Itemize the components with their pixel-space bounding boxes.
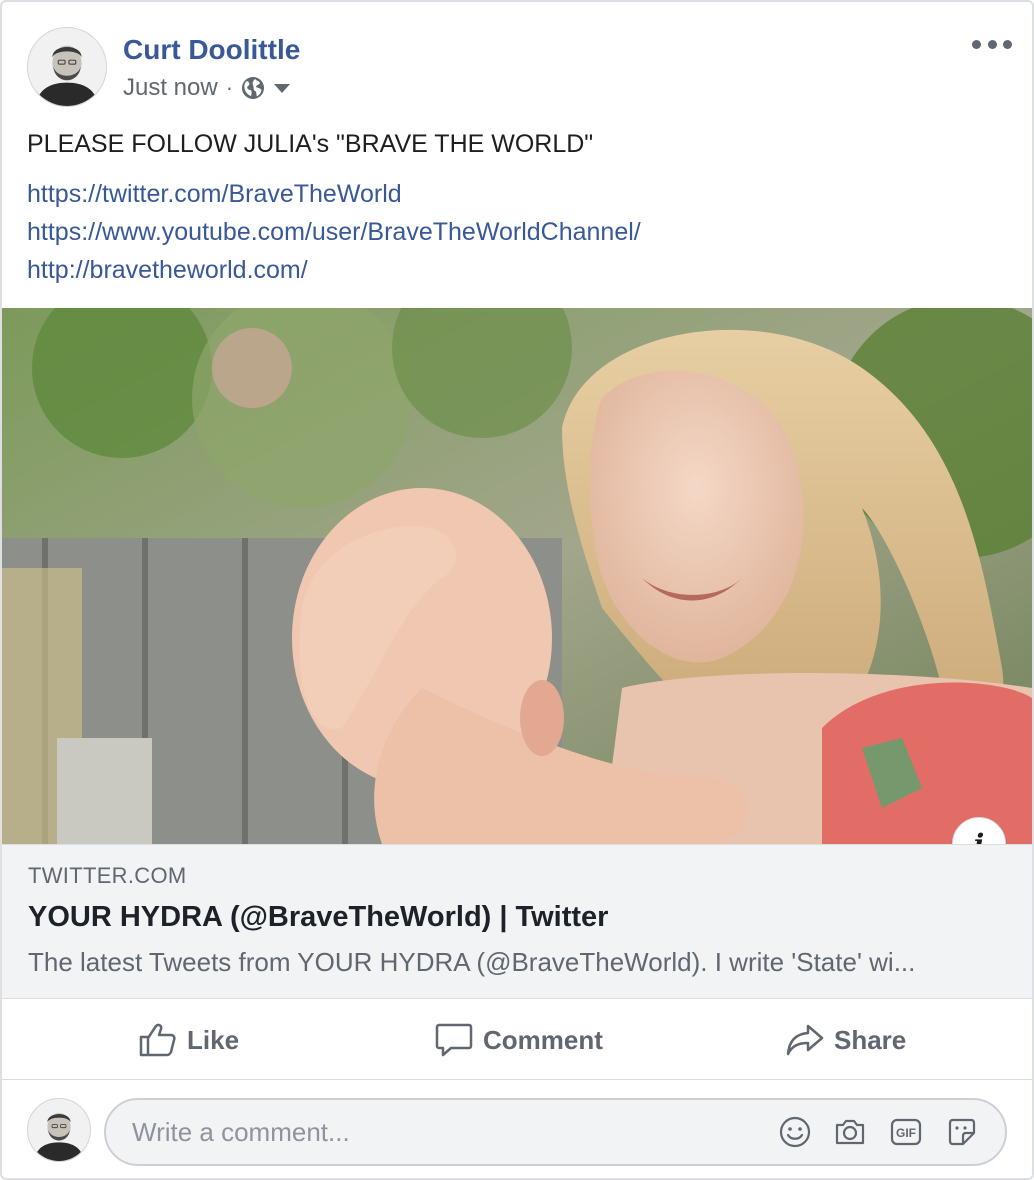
action-bar: Like Comment Share — [2, 1000, 1032, 1080]
avatar-image — [28, 1099, 90, 1161]
comment-bubble-icon — [435, 1023, 473, 1057]
emoji-icon[interactable] — [778, 1115, 812, 1149]
thumbs-up-icon — [139, 1023, 176, 1057]
link-domain: TWITTER.COM — [28, 863, 187, 888]
avatar-image — [28, 28, 106, 106]
comment-label: Comment — [483, 1024, 603, 1055]
post-link-youtube[interactable]: https://www.youtube.com/user/BraveTheWor… — [27, 213, 641, 251]
commenter-avatar — [27, 1098, 91, 1162]
link-preview-image[interactable] — [2, 308, 1032, 844]
camera-icon[interactable] — [833, 1115, 867, 1149]
like-button[interactable]: Like — [139, 1018, 239, 1062]
author-name[interactable]: Curt Doolittle — [123, 32, 300, 68]
post-link-website[interactable]: http://bravetheworld.com/ — [27, 251, 641, 289]
share-label: Share — [834, 1024, 907, 1055]
link-description: The latest Tweets from YOUR HYDRA (@Brav… — [28, 947, 916, 977]
link-preview-info[interactable]: TWITTER.COM YOUR HYDRA (@BraveTheWorld) … — [2, 844, 1032, 999]
meta-separator: · — [225, 75, 234, 100]
more-dot-icon — [987, 39, 997, 49]
post-card: Curt Doolittle Just now · PLEASE FOLLOW … — [0, 0, 1034, 1180]
gif-icon[interactable]: GIF — [889, 1115, 923, 1149]
globe-icon[interactable] — [241, 76, 265, 100]
sticker-icon[interactable] — [945, 1115, 979, 1149]
post-links: https://twitter.com/BraveTheWorld https:… — [27, 175, 641, 289]
post-text: PLEASE FOLLOW JULIA's "BRAVE THE WORLD" — [27, 130, 594, 158]
post-meta: Just now · — [123, 72, 291, 104]
share-arrow-icon — [786, 1024, 824, 1056]
more-dot-icon — [1003, 39, 1012, 49]
link-title: YOUR HYDRA (@BraveTheWorld) | Twitter — [28, 901, 609, 933]
like-label: Like — [187, 1024, 240, 1055]
privacy-dropdown-icon[interactable] — [273, 82, 291, 94]
author-avatar[interactable] — [27, 27, 107, 107]
post-link-twitter[interactable]: https://twitter.com/BraveTheWorld — [27, 175, 641, 213]
more-dot-icon — [972, 39, 981, 49]
share-button[interactable]: Share — [786, 1018, 906, 1062]
gif-label: GIF — [896, 1126, 916, 1140]
comment-button[interactable]: Comment — [435, 1018, 603, 1062]
more-options-button[interactable] — [972, 32, 1012, 56]
comment-composer: GIF — [104, 1098, 1007, 1166]
post-timestamp[interactable]: Just now — [123, 74, 218, 102]
preview-photo — [2, 308, 1032, 844]
comment-input[interactable] — [130, 1100, 750, 1164]
